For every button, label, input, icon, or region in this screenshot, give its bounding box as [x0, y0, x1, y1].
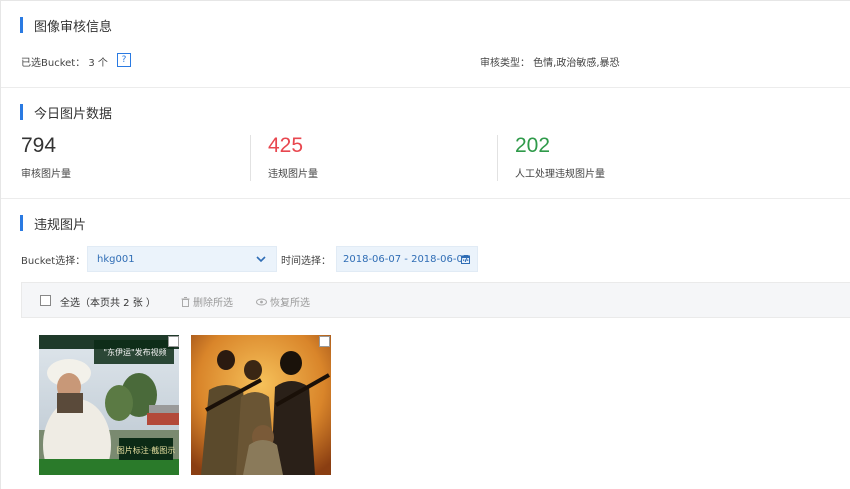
restore-selected-label: 恢复所选 [270, 298, 310, 309]
image-2-checkbox[interactable] [319, 336, 330, 347]
title-accent-bar [20, 215, 23, 231]
help-button[interactable]: ? [117, 53, 131, 67]
image-audit-page: 图像审核信息 已选Bucket： 3 个 ? 审核类型： 色情,政治敏感,暴恐 … [0, 0, 850, 489]
section-divider [1, 87, 850, 88]
bucket-filter-label: Bucket选择： [21, 256, 86, 267]
violation-image-2[interactable] [191, 335, 331, 475]
trash-icon [181, 296, 190, 307]
violations-title-text: 违规图片 [34, 217, 87, 233]
bucket-select[interactable]: hkg001 [87, 246, 277, 272]
date-range-picker[interactable]: 2018-06-07 - 2018-06-07 [336, 246, 478, 272]
info-section-title: 图像审核信息 [20, 17, 113, 35]
image-caption-bottom: 图片标注·截图示 [117, 445, 176, 455]
stat-separator [497, 135, 498, 181]
calendar-icon [461, 255, 470, 264]
date-range-value: 2018-06-07 - 2018-06-07 [343, 254, 470, 265]
bucket-select-value: hkg001 [97, 254, 135, 265]
delete-selected-button[interactable]: 删除所选 [181, 294, 233, 309]
stat-reviewed-label: 审核图片量 [21, 169, 71, 180]
stat-manual-value: 202 [515, 134, 551, 157]
image-toolbar: 全选（本页共 2 张 ） 删除所选 恢复所选 [21, 282, 850, 318]
violations-section-title: 违规图片 [20, 215, 87, 233]
title-accent-bar [20, 104, 23, 120]
stat-reviewed-value: 794 [21, 134, 57, 157]
image-1-checkbox[interactable] [168, 336, 179, 347]
stats-title-text: 今日图片数据 [34, 106, 113, 122]
time-filter-label: 时间选择： [281, 256, 331, 267]
select-all-checkbox[interactable] [40, 295, 51, 306]
selected-bucket-label: 已选Bucket： 3 个 [21, 58, 108, 69]
violation-image-1[interactable]: 图片标注·截图示 "东伊运"发布视频 [39, 335, 179, 475]
restore-selected-button[interactable]: 恢复所选 [256, 294, 310, 309]
delete-selected-label: 删除所选 [193, 298, 233, 309]
stats-section-title: 今日图片数据 [20, 104, 113, 122]
stat-violation-value: 425 [268, 134, 304, 157]
chevron-down-icon [256, 256, 266, 263]
title-accent-bar [20, 17, 23, 33]
stat-separator [250, 135, 251, 181]
image-caption-top: "东伊运"发布视频 [103, 347, 166, 357]
eye-icon [256, 298, 267, 305]
stat-violation-label: 违规图片量 [268, 169, 318, 180]
section-divider [1, 198, 850, 199]
audit-type-label: 审核类型： 色情,政治敏感,暴恐 [480, 58, 620, 69]
info-title-text: 图像审核信息 [34, 19, 113, 35]
stat-manual-label: 人工处理违规图片量 [515, 169, 605, 180]
select-all-label[interactable]: 全选（本页共 2 张 ） [60, 294, 156, 309]
